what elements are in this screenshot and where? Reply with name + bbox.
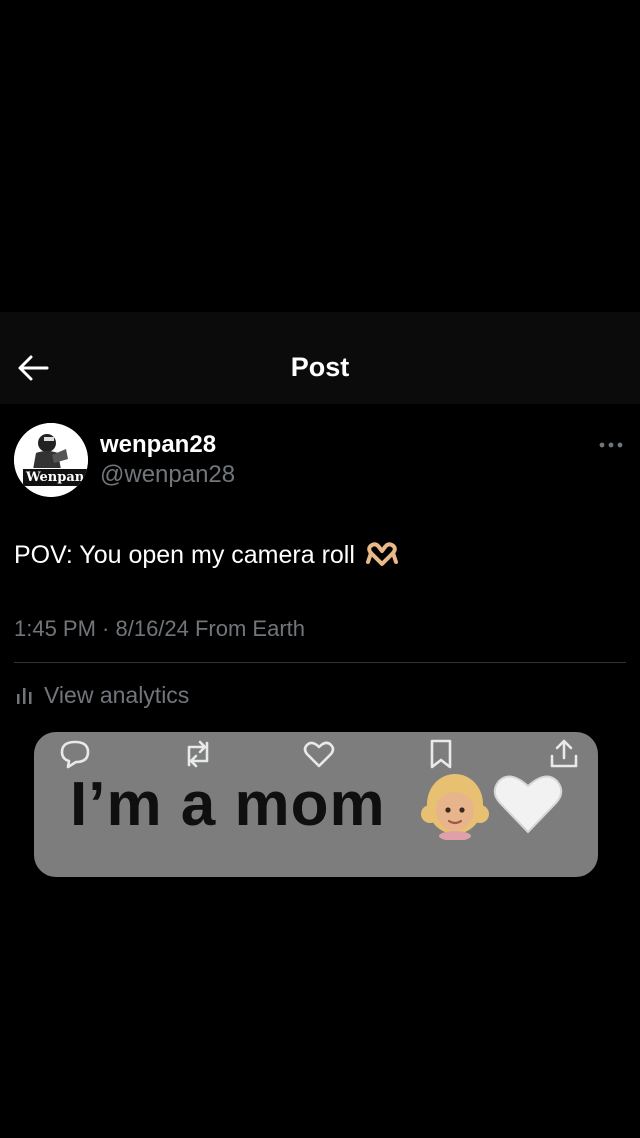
- divider: [14, 662, 626, 663]
- more-button[interactable]: [596, 433, 626, 457]
- avatar[interactable]: Wenpan: [14, 423, 88, 497]
- white-heart-icon: [493, 775, 563, 834]
- repost-icon: [187, 740, 209, 768]
- avatar-badge-text: Wenpan: [22, 468, 88, 487]
- like-button[interactable]: [301, 737, 337, 771]
- repost-button[interactable]: [180, 737, 216, 771]
- bookmark-button[interactable]: [423, 737, 459, 771]
- view-analytics-link[interactable]: View analytics: [14, 680, 189, 710]
- display-name[interactable]: wenpan28: [100, 430, 216, 460]
- share-button[interactable]: [546, 737, 582, 771]
- post-text: POV: You open my camera roll: [14, 541, 355, 569]
- caption-text: I’m a mom: [70, 770, 386, 839]
- post-body: POV: You open my camera roll: [14, 538, 399, 572]
- reply-icon: [60, 740, 90, 769]
- analytics-label: View analytics: [44, 682, 190, 708]
- heart-icon: [303, 741, 335, 768]
- girl-emoji-icon: [421, 774, 489, 840]
- share-icon: [550, 739, 578, 768]
- bar-chart-icon: [17, 688, 32, 704]
- reply-button[interactable]: [57, 737, 93, 771]
- more-horizontal-icon: [599, 442, 623, 448]
- user-handle[interactable]: @wenpan28: [100, 460, 235, 490]
- post-timestamp: 1:45 PM · 8/16/24 From Earth: [14, 616, 306, 641]
- page-title: Post: [290, 352, 350, 382]
- heart-hands-icon: [365, 542, 398, 566]
- bookmark-icon: [430, 739, 452, 769]
